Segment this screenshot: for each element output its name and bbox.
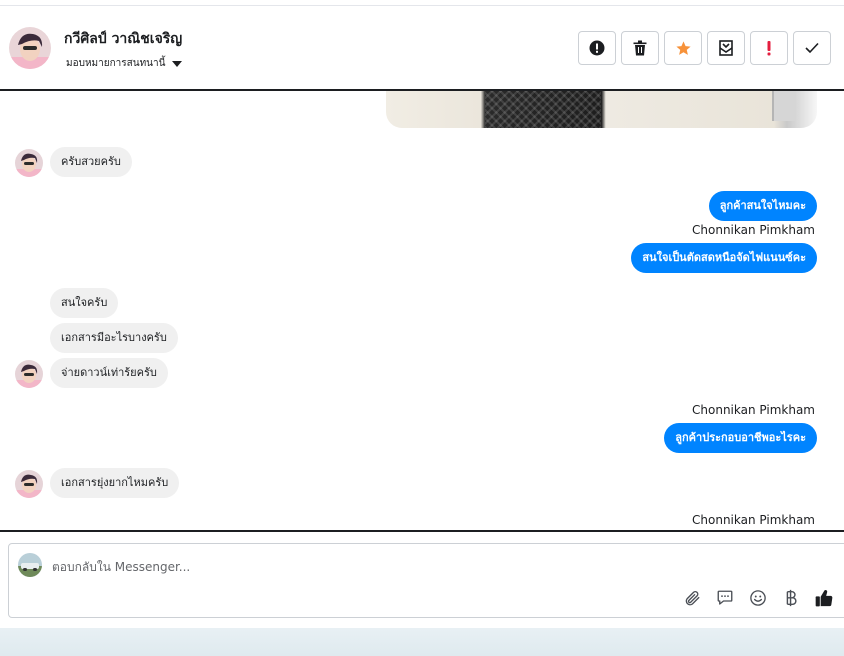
check-icon — [805, 42, 819, 54]
mark-unread-icon — [719, 40, 733, 56]
payment-button[interactable] — [780, 587, 802, 609]
conversation-header: กวีศิลป์ วาณิชเจริญ มอบหมายการสนทนานี้ — [0, 5, 844, 91]
reply-input[interactable] — [52, 556, 652, 578]
contact-name[interactable]: กวีศิลป์ วาณิชเจริญ — [64, 28, 182, 50]
incoming-message[interactable]: สนใจครับ — [50, 288, 119, 318]
assign-label: มอบหมายการสนทนานี้ — [66, 58, 166, 69]
trash-icon — [633, 40, 647, 56]
mark-unread-button[interactable] — [707, 31, 745, 65]
thumbs-up-icon — [815, 590, 833, 607]
incoming-message[interactable]: ครับสวยครับ — [50, 147, 132, 177]
incoming-message[interactable]: จ่ายดาวน์เท่าร้ยครับ — [50, 358, 168, 388]
sender-name: Chonnikan Pimkham — [692, 223, 815, 237]
paperclip-icon — [685, 591, 700, 606]
assign-conversation-dropdown[interactable]: มอบหมายการสนทนานี้ — [66, 56, 183, 71]
outgoing-message[interactable]: ลูกค้าสนใจไหมคะ — [708, 191, 817, 221]
attached-photo[interactable] — [386, 91, 817, 128]
exclamation-icon — [767, 41, 771, 56]
star-icon — [675, 40, 691, 55]
contact-message-avatar[interactable] — [15, 470, 43, 498]
outgoing-message[interactable]: ลูกค้าประกอบอาชีพอะไรคะ — [664, 423, 817, 453]
thread-divider — [0, 530, 844, 532]
delete-button[interactable] — [621, 31, 659, 65]
sender-name: Chonnikan Pimkham — [692, 403, 815, 417]
contact-message-avatar[interactable] — [15, 360, 43, 388]
important-button[interactable] — [750, 31, 788, 65]
photo-door-panel — [772, 91, 796, 121]
spam-button[interactable] — [578, 31, 616, 65]
sender-name: Chonnikan Pimkham — [692, 513, 815, 527]
bottom-strip — [0, 628, 844, 656]
reply-composer — [8, 543, 844, 618]
emoji-button[interactable] — [747, 587, 769, 609]
chat-bubble-icon — [717, 590, 733, 605]
composer-tools — [681, 587, 835, 609]
incoming-message[interactable]: เอกสารยุ่งยากไหมครับ — [50, 468, 180, 498]
incoming-message[interactable]: เอกสารมีอะไรบางครับ — [50, 323, 178, 353]
photo-floor-mat — [485, 91, 601, 128]
contact-message-avatar[interactable] — [15, 149, 43, 177]
caret-down-icon — [172, 60, 183, 67]
outgoing-message[interactable]: สนใจเป็นตัดสดหนือจัดไฟแนนซ์คะ — [631, 243, 817, 273]
saved-replies-button[interactable] — [714, 587, 736, 609]
alert-circle-icon — [589, 40, 605, 56]
message-thread[interactable]: ครับสวยครับ ลูกค้าสนใจไหมคะ Chonnikan Pi… — [0, 91, 844, 531]
mark-done-button[interactable] — [793, 31, 831, 65]
conversation-actions — [578, 31, 831, 65]
star-button[interactable] — [664, 31, 702, 65]
contact-avatar[interactable] — [9, 27, 51, 69]
attach-button[interactable] — [681, 587, 703, 609]
like-button[interactable] — [813, 587, 835, 609]
smiley-icon — [750, 590, 766, 606]
baht-icon — [786, 589, 797, 607]
messenger-conversation-panel: กวีศิลป์ วาณิชเจริญ มอบหมายการสนทนานี้ ค… — [0, 0, 844, 656]
page-avatar — [18, 553, 42, 577]
